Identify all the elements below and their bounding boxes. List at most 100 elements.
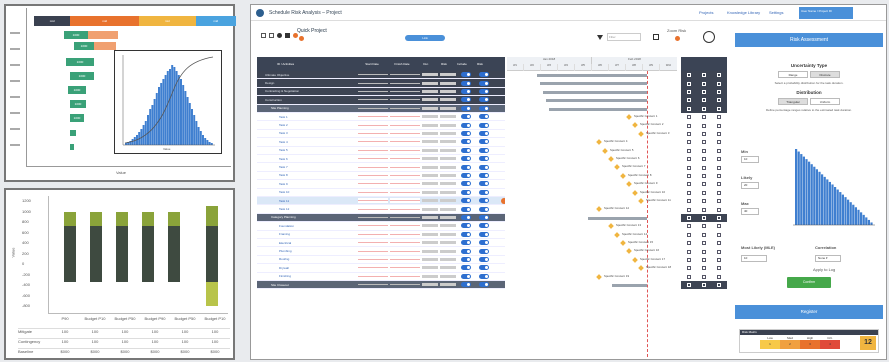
- grid-icon[interactable]: [653, 34, 659, 40]
- finish-date-cell[interactable]: [390, 105, 420, 111]
- start-date-cell[interactable]: [358, 231, 388, 237]
- chart-icon[interactable]: [686, 157, 691, 162]
- include-toggle[interactable]: [479, 265, 489, 271]
- start-date-cell[interactable]: [358, 88, 388, 94]
- list-icon[interactable]: [701, 89, 706, 94]
- include-toggle[interactable]: [461, 172, 471, 178]
- wrench-icon[interactable]: [717, 215, 722, 220]
- nav-link-library[interactable]: Knowledge Library: [727, 10, 760, 15]
- header-start[interactable]: Start Date: [357, 62, 387, 66]
- wrench-icon[interactable]: [717, 115, 722, 120]
- include-toggle[interactable]: [461, 273, 471, 279]
- list-icon[interactable]: [701, 215, 706, 220]
- list-icon[interactable]: [701, 274, 706, 279]
- start-date-cell[interactable]: [358, 122, 388, 128]
- include-toggle[interactable]: [461, 181, 471, 187]
- group-row[interactable]: Ultimate Objective: [257, 71, 505, 80]
- include-toggle[interactable]: [479, 105, 489, 111]
- chart-icon[interactable]: [686, 131, 691, 136]
- finish-date-cell[interactable]: [390, 240, 420, 246]
- table-row[interactable]: Drywall: [257, 264, 505, 273]
- finish-date-cell[interactable]: [390, 147, 420, 153]
- include-toggle[interactable]: [479, 147, 489, 153]
- wrench-icon[interactable]: [717, 81, 722, 86]
- include-toggle[interactable]: [479, 198, 489, 204]
- wrench-icon[interactable]: [717, 249, 722, 254]
- group-row[interactable]: Contracting & Negotiation: [257, 87, 505, 97]
- table-row[interactable]: Task 10: [257, 189, 505, 197]
- table-row[interactable]: Task 5: [257, 147, 505, 155]
- option-uniform[interactable]: Uniform: [810, 98, 840, 105]
- chart-icon[interactable]: [686, 224, 691, 229]
- wrench-icon[interactable]: [717, 123, 722, 128]
- back-icon[interactable]: [261, 33, 266, 38]
- matrix-cell[interactable]: 2: [780, 340, 800, 349]
- table-row[interactable]: Task 2: [257, 121, 505, 130]
- summary-bar[interactable]: [612, 284, 647, 287]
- table-row[interactable]: Foundation: [257, 222, 505, 231]
- finish-date-cell[interactable]: [390, 122, 420, 128]
- milestone-icon[interactable]: [608, 156, 614, 162]
- list-icon[interactable]: [701, 73, 706, 78]
- milestone-icon[interactable]: [620, 172, 626, 179]
- chart-icon[interactable]: [686, 89, 691, 94]
- option-range[interactable]: Range: [778, 71, 808, 78]
- group-row[interactable]: Construction: [257, 96, 505, 105]
- finish-date-cell[interactable]: [390, 139, 420, 145]
- wrench-icon[interactable]: [717, 283, 722, 288]
- wrench-icon[interactable]: [717, 89, 722, 94]
- finish-date-cell[interactable]: [390, 206, 420, 212]
- include-toggle[interactable]: [461, 189, 471, 195]
- table-row[interactable]: Task 9: [257, 180, 505, 189]
- include-toggle[interactable]: [479, 130, 489, 136]
- include-toggle[interactable]: [461, 72, 471, 78]
- finish-date-cell[interactable]: [390, 198, 420, 204]
- table-row[interactable]: Task 7: [257, 163, 505, 172]
- start-date-cell[interactable]: [358, 214, 388, 220]
- chart-icon[interactable]: [686, 249, 691, 254]
- chart-icon[interactable]: [686, 207, 691, 212]
- start-date-cell[interactable]: [358, 147, 388, 153]
- most-likely-input[interactable]: 10: [741, 255, 767, 262]
- finish-date-cell[interactable]: [390, 265, 420, 271]
- finish-date-cell[interactable]: [390, 248, 420, 254]
- finish-date-cell[interactable]: [390, 273, 420, 279]
- confirm-button[interactable]: Confirm: [787, 277, 831, 288]
- start-date-cell[interactable]: [358, 282, 388, 288]
- milestone-icon[interactable]: [626, 248, 632, 255]
- table-row[interactable]: Plumbing: [257, 247, 505, 256]
- record-icon[interactable]: [277, 33, 282, 38]
- wrench-icon[interactable]: [717, 148, 722, 153]
- group-row[interactable]: Design: [257, 79, 505, 88]
- start-date-cell[interactable]: [358, 105, 388, 111]
- chart-icon[interactable]: [686, 232, 691, 237]
- finish-date-cell[interactable]: [390, 80, 420, 86]
- finish-date-cell[interactable]: [390, 72, 420, 78]
- correlation-select[interactable]: None ▾: [815, 255, 841, 262]
- include-toggle[interactable]: [461, 248, 471, 254]
- table-row[interactable]: Framing: [257, 231, 505, 239]
- table-row[interactable]: Task 12: [257, 205, 505, 214]
- pen-icon[interactable]: [269, 33, 274, 38]
- include-toggle[interactable]: [461, 80, 471, 86]
- include-toggle[interactable]: [479, 97, 489, 103]
- chart-icon[interactable]: [686, 257, 691, 262]
- max-input[interactable]: 40: [741, 208, 759, 215]
- include-toggle[interactable]: [461, 223, 471, 229]
- chart-icon[interactable]: [686, 173, 691, 178]
- matrix-cell[interactable]: 1: [760, 340, 780, 349]
- include-toggle[interactable]: [479, 214, 489, 220]
- start-date-cell[interactable]: [358, 80, 388, 86]
- likely-input[interactable]: 20: [741, 182, 759, 189]
- finish-date-cell[interactable]: [390, 181, 420, 187]
- register-button[interactable]: Register: [735, 305, 883, 319]
- chart-icon[interactable]: [686, 140, 691, 145]
- milestone-icon[interactable]: [638, 265, 644, 272]
- summary-bar[interactable]: [549, 107, 647, 111]
- milestone-icon[interactable]: [638, 198, 644, 204]
- wrench-icon[interactable]: [717, 241, 722, 246]
- list-icon[interactable]: [701, 283, 706, 288]
- list-icon[interactable]: [701, 81, 706, 86]
- chart-icon[interactable]: [686, 215, 691, 220]
- include-toggle[interactable]: [461, 198, 471, 204]
